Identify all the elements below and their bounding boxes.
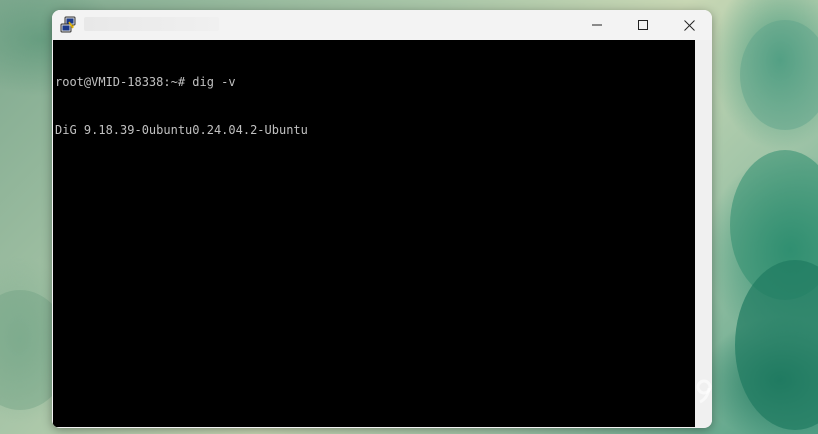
minimize-icon [592, 20, 602, 30]
maximize-button[interactable] [620, 10, 666, 40]
putty-icon[interactable] [59, 16, 77, 34]
wallpaper-leaf [740, 20, 818, 130]
terminal-output[interactable]: root@VMID-18338:~# dig -v DiG 9.18.39-0u… [53, 40, 695, 427]
close-icon [683, 19, 695, 31]
maximize-icon [638, 20, 648, 30]
title-bar[interactable] [52, 10, 712, 40]
terminal-window[interactable]: root@VMID-18338:~# dig -v DiG 9.18.39-0u… [52, 10, 712, 428]
watermark-icon [694, 378, 714, 404]
wallpaper-leaf [735, 260, 818, 430]
terminal-line: root@VMID-18338:~# dig -v [55, 75, 236, 89]
window-title [84, 17, 219, 31]
terminal-scrollbar[interactable] [695, 40, 712, 427]
close-button[interactable] [666, 10, 712, 40]
terminal-line: DiG 9.18.39-0ubuntu0.24.04.2-Ubuntu [55, 123, 308, 137]
minimize-button[interactable] [574, 10, 620, 40]
